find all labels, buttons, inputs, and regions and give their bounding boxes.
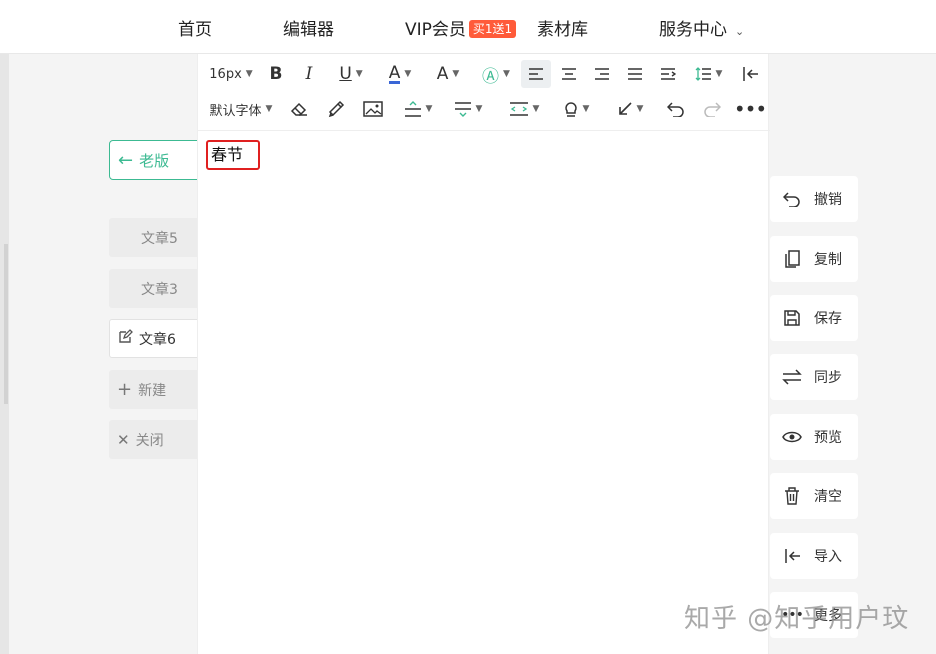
close-icon: ✕ <box>117 430 130 449</box>
preview-button[interactable]: 预览 <box>770 414 858 460</box>
swap-icon <box>782 367 802 387</box>
copy-icon <box>782 249 802 269</box>
font-background-icon[interactable]: A ▼ <box>428 60 468 88</box>
eye-icon <box>782 427 802 447</box>
format-painter-icon[interactable] <box>323 95 349 123</box>
image-icon[interactable] <box>360 95 386 123</box>
editor-content[interactable]: 春节 <box>206 140 260 170</box>
align-left-icon[interactable] <box>521 60 551 88</box>
old-version-button[interactable]: ← 老版 <box>109 140 207 180</box>
copy-button[interactable]: 复制 <box>770 236 858 282</box>
doc-title: 文章6 <box>139 331 176 348</box>
edit-icon <box>118 329 133 348</box>
editor: 16px ▼ B I U ▼ A ▼ A ▼ Ⓐ ▼ ▼ 默认字体 ▼ ▼ ▼ … <box>197 54 770 654</box>
doc-title: 文章3 <box>141 281 178 298</box>
divider-icon[interactable]: ▼ <box>398 95 438 123</box>
save-icon <box>782 308 802 328</box>
font-size-value: 16px <box>209 66 242 82</box>
arrow-left-icon: ← <box>118 149 134 171</box>
lightbulb-icon[interactable]: ▼ <box>556 95 596 123</box>
align-center-icon[interactable] <box>555 60 583 88</box>
spacing-icon[interactable]: ▼ <box>448 95 488 123</box>
nav-materials[interactable]: 素材库 <box>537 15 588 40</box>
exit-icon[interactable] <box>736 60 764 88</box>
more-icon[interactable]: ••• <box>734 95 767 123</box>
save-button[interactable]: 保存 <box>770 295 858 341</box>
close-doc-button[interactable]: ✕ 关闭 <box>109 420 207 459</box>
top-nav: 首页 编辑器 VIP会员 买1送1 素材库 服务中心 ⌄ <box>0 0 936 54</box>
sync-label: 同步 <box>814 370 842 386</box>
nav-editor[interactable]: 编辑器 <box>283 15 334 40</box>
doc-title: 文章5 <box>141 230 178 247</box>
copy-label: 复制 <box>814 252 842 268</box>
left-edge <box>0 54 9 654</box>
preview-label: 预览 <box>814 430 842 446</box>
doc-item-3[interactable]: 文章3 <box>109 269 207 308</box>
undo-button[interactable]: 撤销 <box>770 176 858 222</box>
vip-badge: 买1送1 <box>468 20 517 38</box>
underline-icon[interactable]: U ▼ <box>330 60 372 88</box>
editor-toolbar: 16px ▼ B I U ▼ A ▼ A ▼ Ⓐ ▼ ▼ 默认字体 ▼ ▼ ▼ … <box>198 54 770 131</box>
align-right-icon[interactable] <box>588 60 616 88</box>
sync-button[interactable]: 同步 <box>770 354 858 400</box>
chevron-down-icon: ▼ <box>265 104 273 114</box>
arrow-down-left-icon[interactable]: ▼ <box>610 95 650 123</box>
trash-icon <box>782 486 802 506</box>
scroll-grip[interactable] <box>4 244 8 404</box>
watermark: 知乎 @知乎用户玟 <box>684 604 910 634</box>
doc-item-6[interactable]: 文章6 <box>109 319 207 358</box>
nav-home[interactable]: 首页 <box>178 15 212 40</box>
font-family-value: 默认字体 <box>209 103 262 119</box>
clear-button[interactable]: 清空 <box>770 473 858 519</box>
import-icon <box>782 546 802 566</box>
chevron-down-icon: ⌄ <box>735 25 745 38</box>
bold-icon[interactable]: B <box>264 60 288 88</box>
font-color-icon[interactable]: A ▼ <box>380 60 420 88</box>
nav-vip-label: VIP会员 <box>405 20 466 40</box>
new-label: 新建 <box>138 382 167 399</box>
nav-service[interactable]: 服务中心 ⌄ <box>659 15 744 40</box>
align-justify-icon[interactable] <box>621 60 649 88</box>
doc-item-5[interactable]: 文章5 <box>109 218 207 257</box>
letter-spacing-icon[interactable]: ▼ <box>504 95 544 123</box>
undo-icon <box>782 189 802 209</box>
nav-vip[interactable]: VIP会员 买1送1 <box>405 15 517 40</box>
clear-label: 清空 <box>814 489 842 505</box>
chevron-down-icon: ▼ <box>245 69 253 79</box>
nav-service-label: 服务中心 <box>659 20 727 40</box>
line-height-icon[interactable]: ▼ <box>688 60 728 88</box>
font-family-select[interactable]: 默认字体 ▼ <box>206 95 276 123</box>
font-size-select[interactable]: 16px ▼ <box>206 60 256 88</box>
redo-icon[interactable] <box>699 95 725 123</box>
eraser-icon[interactable] <box>286 95 312 123</box>
old-version-label: 老版 <box>139 151 170 170</box>
clear-format-icon[interactable]: Ⓐ ▼ <box>476 60 516 88</box>
save-label: 保存 <box>814 311 842 327</box>
import-label: 导入 <box>814 549 842 565</box>
indent-icon[interactable] <box>654 60 682 88</box>
close-label: 关闭 <box>135 432 164 449</box>
plus-icon: + <box>117 379 133 400</box>
new-doc-button[interactable]: + 新建 <box>109 370 207 409</box>
import-button[interactable]: 导入 <box>770 533 858 579</box>
italic-icon[interactable]: I <box>297 60 321 88</box>
undo-label: 撤销 <box>814 192 842 208</box>
undo-icon[interactable] <box>663 95 689 123</box>
